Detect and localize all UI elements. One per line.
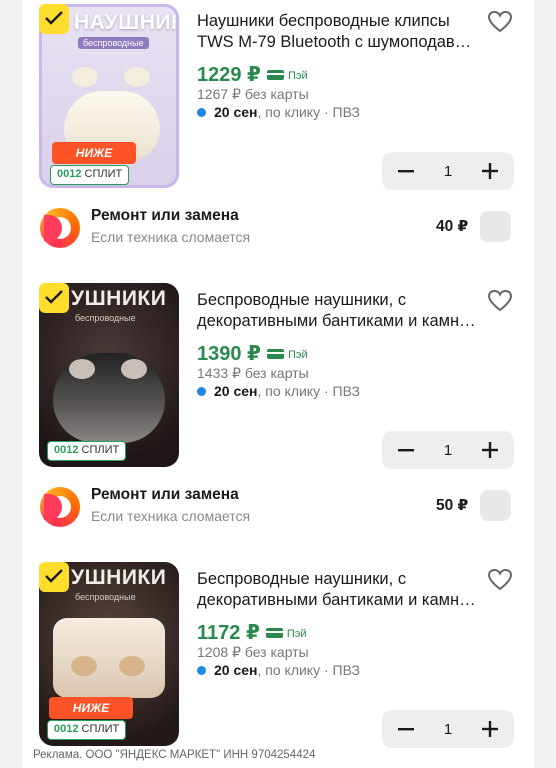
earbud-right <box>119 656 145 676</box>
pay-label: Пэй <box>287 70 308 82</box>
pay-card-icon <box>265 627 283 638</box>
repair-option: Ремонт или замена Если техника сломается… <box>22 480 534 530</box>
earbud-right <box>121 359 147 379</box>
price: 1172 ₽ <box>197 622 260 644</box>
thumb-sub-text: беспроводные <box>75 592 136 602</box>
thumb-sub-text: беспроводные <box>75 313 136 323</box>
heart-icon[interactable] <box>487 568 513 597</box>
select-checkbox[interactable] <box>39 4 69 34</box>
split-badge: 0012 СПЛИТ <box>47 441 127 461</box>
pay-label: Пэй <box>286 628 307 640</box>
earbud-left <box>71 656 97 676</box>
thumb-brand-text: УШНИКИ <box>71 566 167 589</box>
price-row: 1172 ₽ Пэй <box>197 620 307 645</box>
repair-subtitle: Если техника сломается <box>91 508 251 524</box>
split-badge-label: СПЛИТ <box>81 444 120 456</box>
product-name[interactable]: Наушники беспроводные клипсы TWS M-79 Bl… <box>197 11 477 53</box>
delivery-date: 20 сен <box>214 104 258 120</box>
product-name[interactable]: Беспроводные наушники, с декоративными б… <box>197 569 477 611</box>
pay-card-icon <box>266 348 284 359</box>
repair-title: Ремонт или замена <box>91 207 239 224</box>
minus-icon[interactable] <box>396 161 416 181</box>
ad-disclaimer: Реклама. ООО "ЯНДЕКС МАРКЕТ" ИНН 9704254… <box>33 749 316 761</box>
pay-card-icon <box>266 69 284 80</box>
delivery-dot-icon <box>197 107 206 117</box>
price: 1390 ₽ <box>197 343 261 365</box>
earbud-left <box>72 67 98 87</box>
quantity-stepper: 1 <box>382 710 514 748</box>
select-checkbox[interactable] <box>39 283 69 313</box>
minus-icon[interactable] <box>396 719 416 739</box>
plus-icon[interactable] <box>480 440 500 460</box>
price-without-card: 1267 ₽ без карты <box>197 86 309 102</box>
quantity-value: 1 <box>443 441 453 459</box>
delivery-date: 20 сен <box>214 662 258 678</box>
price-without-card: 1433 ₽ без карты <box>197 365 309 381</box>
delivery-date: 20 сен <box>214 383 258 399</box>
split-badge-number: 0012 <box>54 444 79 456</box>
quantity-stepper: 1 <box>382 152 514 190</box>
repair-checkbox[interactable] <box>480 490 511 521</box>
minus-icon[interactable] <box>396 440 416 460</box>
earbuds-case <box>53 618 165 698</box>
checkmark-icon <box>45 569 63 583</box>
repair-subtitle: Если техника сломается <box>91 229 251 245</box>
split-badge-number: 0012 <box>57 168 82 180</box>
quantity-stepper: 1 <box>382 431 514 469</box>
repair-price: 50 ₽ <box>436 497 469 514</box>
price-row: 1390 ₽ Пэй <box>197 341 308 366</box>
pay-label: Пэй <box>287 349 308 361</box>
delivery-dot-icon <box>197 665 206 675</box>
below-market-badge: НИЖЕ РЫНКА <box>49 697 133 737</box>
price-without-card: 1208 ₽ без карты <box>197 644 309 660</box>
price-row: 1229 ₽ Пэй <box>197 62 308 87</box>
earbud-left <box>69 359 95 379</box>
repair-title: Ремонт или замена <box>91 486 239 503</box>
split-badge-number: 0012 <box>54 723 79 735</box>
plus-icon[interactable] <box>480 719 500 739</box>
split-badge-label: СПЛИТ <box>84 168 123 180</box>
split-badge: 0012 СПЛИТ <box>50 165 130 185</box>
split-badge-label: СПЛИТ <box>81 723 120 735</box>
split-badge: 0012 СПЛИТ <box>47 720 127 740</box>
delivery-method: , по клику · ПВЗ <box>257 662 360 678</box>
thumb-brand-text: НАУШНИКИ <box>74 11 176 34</box>
thumb-sub-text: беспроводные <box>78 37 149 49</box>
delivery-info: 20 сен, по клику · ПВЗ <box>197 662 360 678</box>
delivery-dot-icon <box>197 386 206 396</box>
checkmark-icon <box>45 290 63 304</box>
product-name[interactable]: Беспроводные наушники, с декоративными б… <box>197 290 477 332</box>
heart-icon[interactable] <box>487 289 513 318</box>
delivery-method: , по клику · ПВЗ <box>257 104 360 120</box>
repair-checkbox[interactable] <box>480 211 511 242</box>
repair-option: Ремонт или замена Если техника сломается… <box>22 201 534 251</box>
heart-icon[interactable] <box>487 10 513 39</box>
delivery-info: 20 сен, по клику · ПВЗ <box>197 383 360 399</box>
checkmark-icon <box>45 11 63 25</box>
select-checkbox[interactable] <box>39 562 69 592</box>
thumb-brand-text: УШНИКИ <box>71 287 167 310</box>
earbud-right <box>124 67 150 87</box>
delivery-info: 20 сен, по клику · ПВЗ <box>197 104 360 120</box>
repair-price: 40 ₽ <box>436 218 469 235</box>
delivery-method: , по клику · ПВЗ <box>257 383 360 399</box>
cart-item: УШНИКИ беспроводные НИЖЕ РЫНКА 0012 СПЛИ… <box>22 562 534 748</box>
quantity-value: 1 <box>443 720 453 738</box>
price: 1229 ₽ <box>197 64 261 86</box>
below-market-badge: НИЖЕ РЫНКА <box>52 142 136 182</box>
cart-page: НАУШНИКИ беспроводные НИЖЕ РЫНКА 0012 СП… <box>0 0 556 768</box>
plus-icon[interactable] <box>480 161 500 181</box>
quantity-value: 1 <box>443 162 453 180</box>
